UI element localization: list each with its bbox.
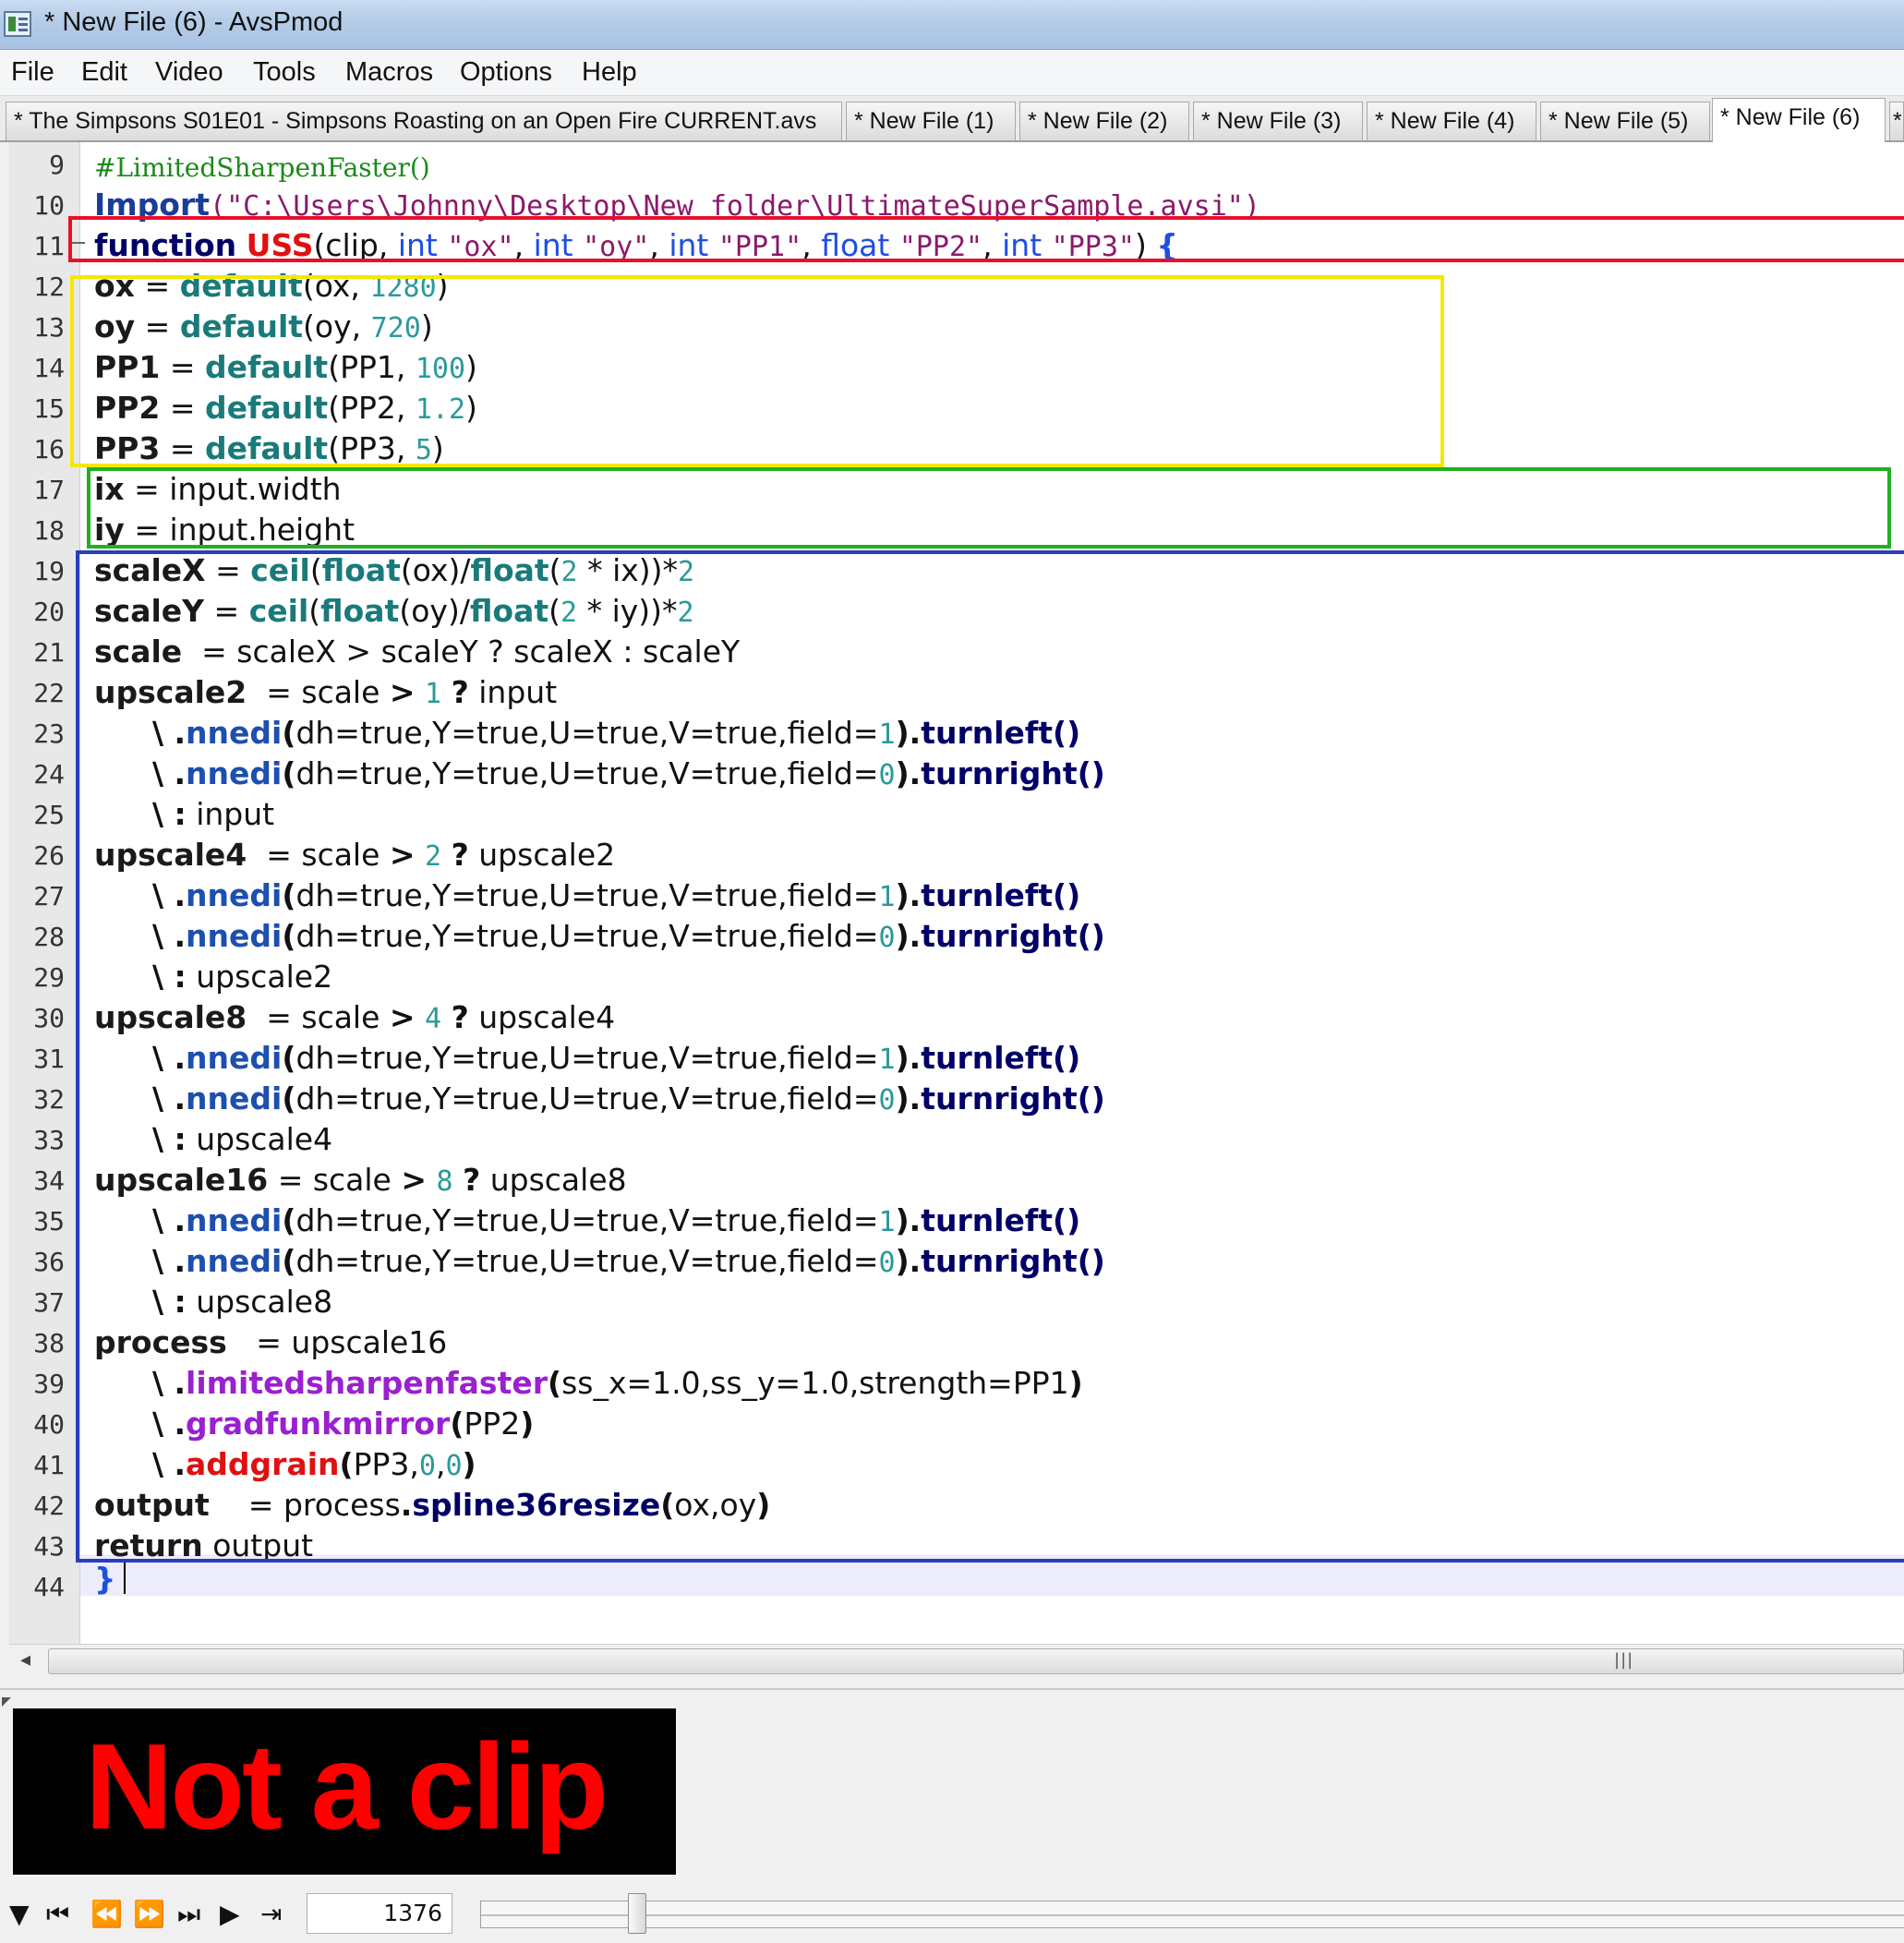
- triangle-down-icon[interactable]: ▼: [9, 1901, 30, 1928]
- tab-new-file-1[interactable]: * New File (1): [846, 102, 1016, 140]
- preview-error-message: Not a clip: [85, 1719, 609, 1854]
- code-line-44: }: [94, 1561, 116, 1597]
- line-number: 31: [33, 1044, 65, 1074]
- frame-slider[interactable]: [480, 1901, 1904, 1928]
- play-icon[interactable]: ▶: [220, 1901, 240, 1928]
- menu-options[interactable]: Options: [460, 57, 552, 88]
- scroll-left-arrow-icon[interactable]: ◂: [20, 1648, 30, 1671]
- tab-new-file-5[interactable]: * New File (5): [1540, 102, 1710, 140]
- tab-simpsons-current[interactable]: * The Simpsons S01E01 - Simpsons Roastin…: [6, 102, 842, 140]
- line-number: 40: [33, 1409, 65, 1440]
- goto-icon[interactable]: ⇥: [260, 1901, 282, 1928]
- window-title: * New File (6) - AvsPmod: [44, 7, 343, 37]
- skip-start-icon[interactable]: ⏮: [46, 1901, 69, 1928]
- line-number: 32: [33, 1084, 65, 1115]
- horizontal-scrollbar[interactable]: ◂ |||: [9, 1644, 1904, 1678]
- line-number: 22: [33, 678, 65, 708]
- code-line-9: #LimitedSharpenFaster(): [94, 152, 430, 183]
- line-number: 34: [33, 1165, 65, 1196]
- line-number: 39: [33, 1369, 65, 1399]
- menu-macros[interactable]: Macros: [345, 57, 433, 88]
- preview-resize-corner-icon[interactable]: [2, 1697, 11, 1707]
- highlight-box-green: [87, 467, 1891, 549]
- line-number: 16: [33, 434, 65, 465]
- frame-slider-knob[interactable]: [627, 1893, 646, 1934]
- highlight-box-blue: [76, 550, 1904, 1563]
- line-number: 24: [33, 759, 65, 790]
- step-back-icon[interactable]: ⏪: [90, 1901, 123, 1928]
- line-number: 15: [33, 393, 65, 424]
- title-bar: * New File (6) - AvsPmod: [0, 0, 1904, 50]
- frame-number-input[interactable]: 1376: [307, 1893, 452, 1934]
- line-number: 41: [33, 1450, 65, 1480]
- menu-help[interactable]: Help: [582, 57, 637, 88]
- line-number: 17: [33, 475, 65, 505]
- line-number: 26: [33, 840, 65, 871]
- tab-new-file-6[interactable]: * New File (6): [1712, 98, 1886, 142]
- line-number: 18: [33, 515, 65, 546]
- menu-bar: File Edit Video Tools Macros Options Hel…: [0, 50, 1904, 96]
- line-number: 44: [33, 1572, 65, 1602]
- line-number: 9: [49, 150, 65, 180]
- highlight-box-yellow: [70, 275, 1444, 467]
- tab-new-file-2[interactable]: * New File (2): [1019, 102, 1189, 140]
- tab-bar: * The Simpsons S01E01 - Simpsons Roastin…: [0, 96, 1904, 142]
- menu-tools[interactable]: Tools: [253, 57, 316, 88]
- line-number: 13: [33, 312, 65, 343]
- text-cursor: [124, 1559, 126, 1594]
- line-number: 27: [33, 881, 65, 911]
- menu-file[interactable]: File: [11, 57, 54, 88]
- line-number: 38: [33, 1328, 65, 1358]
- line-number: 42: [33, 1490, 65, 1521]
- menu-edit[interactable]: Edit: [81, 57, 127, 88]
- line-number: 14: [33, 353, 65, 383]
- line-number: 21: [33, 637, 65, 668]
- line-number: 33: [33, 1125, 65, 1155]
- line-number: 10: [33, 190, 65, 221]
- line-number: 19: [33, 556, 65, 586]
- step-forward-icon[interactable]: ⏩: [133, 1901, 165, 1928]
- line-number: 35: [33, 1206, 65, 1237]
- line-number: 12: [33, 272, 65, 302]
- line-number: 43: [33, 1531, 65, 1562]
- tab-new-file-4[interactable]: * New File (4): [1367, 102, 1536, 140]
- tab-new-file-3[interactable]: * New File (3): [1193, 102, 1363, 140]
- skip-end-icon[interactable]: ⏭: [177, 1901, 200, 1928]
- line-number: 30: [33, 1003, 65, 1033]
- video-preview: Not a clip: [13, 1708, 676, 1875]
- line-number: 36: [33, 1247, 65, 1277]
- line-number: 37: [33, 1287, 65, 1318]
- line-number: 11: [33, 231, 65, 261]
- line-number: 28: [33, 922, 65, 952]
- line-number: 20: [33, 597, 65, 627]
- pane-splitter[interactable]: [0, 1688, 1904, 1690]
- scrollbar-grip-icon: |||: [1614, 1650, 1634, 1670]
- tab-overflow[interactable]: *: [1889, 102, 1904, 140]
- line-number: 23: [33, 718, 65, 749]
- highlight-box-red: [68, 216, 1904, 262]
- script-editor[interactable]: 9 10 11 12 13 14 15 16 17 18 19 20 21 22…: [9, 142, 1904, 1644]
- menu-video[interactable]: Video: [155, 57, 223, 88]
- avspmod-app-icon: [4, 11, 31, 37]
- line-number: 29: [33, 962, 65, 993]
- line-number: 25: [33, 800, 65, 830]
